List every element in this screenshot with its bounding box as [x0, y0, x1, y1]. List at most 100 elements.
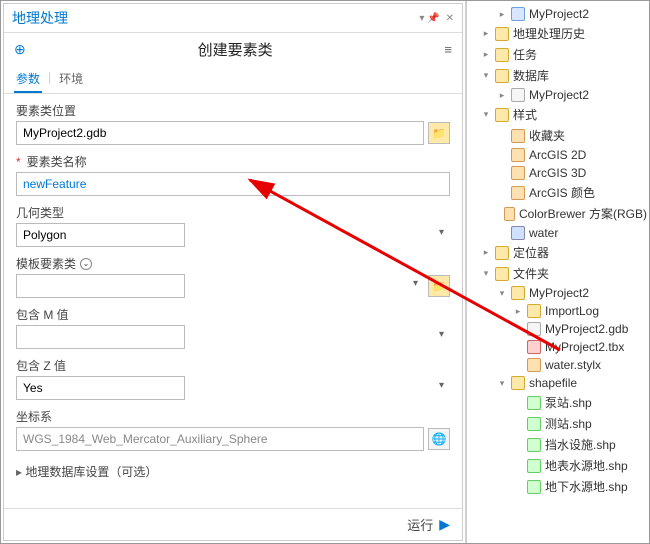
tree-toggle[interactable]: ▾ [481, 268, 491, 279]
m-select[interactable] [16, 325, 185, 349]
tree-toggle[interactable]: ▸ [481, 247, 491, 258]
tree-item[interactable]: water.stylx [469, 356, 647, 374]
tree-item[interactable]: 地表水源地.shp [469, 455, 647, 476]
catalog-tree: ▸ MyProject2 ▸ 地理处理历史 ▸ 任务 ▾数据库 ▸ MyProject2 ▾ 样式收… [465, 1, 649, 543]
tree-item[interactable]: ▾ MyProject2 [469, 284, 647, 302]
z-select[interactable] [16, 376, 185, 400]
shp-icon [527, 459, 541, 473]
tree-toggle[interactable]: ▾ [497, 378, 507, 389]
tab-params[interactable]: 参数 [14, 66, 42, 93]
tree-label: 地表水源地.shp [545, 457, 628, 474]
tree-item[interactable]: MyProject2.gdb [469, 320, 647, 338]
tree-item[interactable]: ▸ ImportLog [469, 302, 647, 320]
template-label: 模板要素类 [16, 255, 76, 272]
geom-select[interactable] [16, 223, 185, 247]
tree-label: 收藏夹 [529, 127, 565, 144]
geom-label: 几何类型 [16, 204, 450, 221]
proj-icon [511, 7, 525, 21]
folder-icon [495, 27, 509, 41]
tree-item[interactable]: ▾数据库 [469, 65, 647, 86]
tree-toggle[interactable]: ▾ [481, 109, 491, 120]
tree-label: MyProject2.gdb [545, 322, 628, 336]
browse-location-button[interactable]: 📁 [428, 122, 450, 144]
tree-label: ImportLog [545, 304, 599, 318]
close-icon[interactable]: ✕ [446, 13, 454, 24]
tree-label: ArcGIS 3D [529, 166, 586, 180]
folder-icon [495, 267, 509, 281]
tree-item[interactable]: water [469, 224, 647, 242]
tree-label: ArcGIS 颜色 [529, 184, 595, 201]
shp-icon [527, 480, 541, 494]
tree-item[interactable]: ▸ MyProject2 [469, 86, 647, 104]
tree-label: 任务 [513, 46, 537, 63]
tree-label: 样式 [513, 106, 537, 123]
tree-item[interactable]: 泵站.shp [469, 392, 647, 413]
run-button-label[interactable]: 运行 [407, 515, 433, 534]
tree-toggle[interactable]: ▸ [497, 9, 507, 20]
tree-toggle[interactable]: ▸ [481, 49, 491, 60]
db-icon [511, 88, 525, 102]
tree-item[interactable]: ▸ MyProject2 [469, 5, 647, 23]
db-icon [527, 322, 541, 336]
tree-item[interactable]: ▾文件夹 [469, 263, 647, 284]
chevron-down-icon[interactable]: ⌄ [80, 258, 92, 270]
tree-item[interactable]: 收藏夹 [469, 125, 647, 146]
tree-item[interactable]: ArcGIS 颜色 [469, 182, 647, 203]
folder-icon [495, 69, 509, 83]
style-icon [504, 207, 515, 221]
tree-item[interactable]: ▾ shapefile [469, 374, 647, 392]
location-label: 要素类位置 [16, 102, 450, 119]
back-button[interactable]: ⊕ [14, 41, 26, 58]
z-label: 包含 Z 值 [16, 357, 450, 374]
style-icon [527, 358, 541, 372]
tree-label: 定位器 [513, 244, 549, 261]
shp-icon [527, 417, 541, 431]
tree-item[interactable]: ▸ 定位器 [469, 242, 647, 263]
folder-open-icon [511, 286, 525, 300]
name-label: 要素类名称 [27, 153, 87, 170]
tree-item[interactable]: 地下水源地.shp [469, 476, 647, 497]
tree-toggle[interactable]: ▸ [481, 28, 491, 39]
tree-item[interactable]: ▾ 样式 [469, 104, 647, 125]
gdb-settings-section[interactable]: 地理数据库设置（可选） [16, 459, 450, 484]
tree-item[interactable]: ▸ 任务 [469, 44, 647, 65]
tree-item[interactable]: ArcGIS 2D [469, 146, 647, 164]
tree-item[interactable]: 挡水设施.shp [469, 434, 647, 455]
tree-item[interactable]: MyProject2.tbx [469, 338, 647, 356]
tree-label: water [529, 226, 558, 240]
tree-toggle[interactable]: ▸ [497, 90, 507, 101]
sr-input[interactable] [16, 427, 424, 451]
tree-label: MyProject2 [529, 88, 589, 102]
browse-template-button[interactable]: 📁 [428, 275, 450, 297]
tree-label: MyProject2 [529, 286, 589, 300]
pin-icon[interactable]: ▾ 📌 [419, 13, 439, 24]
tree-label: ArcGIS 2D [529, 148, 586, 162]
tab-env[interactable]: 环境 [57, 66, 85, 93]
name-input[interactable] [16, 172, 450, 196]
tree-label: MyProject2 [529, 7, 589, 21]
folder-icon [495, 48, 509, 62]
style-icon [511, 129, 525, 143]
panel-title: 地理处理 [12, 8, 68, 28]
tree-toggle[interactable]: ▾ [497, 288, 507, 299]
run-icon[interactable]: ▶ [439, 516, 450, 533]
tree-toggle[interactable]: ▸ [513, 306, 523, 317]
tree-item[interactable]: ArcGIS 3D [469, 164, 647, 182]
tree-label: 测站.shp [545, 415, 592, 432]
tree-item[interactable]: 测站.shp [469, 413, 647, 434]
tree-toggle[interactable]: ▾ [481, 70, 491, 81]
globe-icon[interactable]: 🌐 [428, 428, 450, 450]
location-input[interactable] [16, 121, 424, 145]
m-label: 包含 M 值 [16, 306, 450, 323]
shp-icon [527, 438, 541, 452]
tree-label: 挡水设施.shp [545, 436, 616, 453]
tool-title: 创建要素类 [26, 39, 445, 60]
tree-label: shapefile [529, 376, 577, 390]
template-select[interactable] [16, 274, 185, 298]
tree-item[interactable]: ▸ 地理处理历史 [469, 23, 647, 44]
menu-icon[interactable]: ≡ [444, 42, 452, 57]
style-icon [511, 148, 525, 162]
tree-label: 泵站.shp [545, 394, 592, 411]
tree-label: 地理处理历史 [513, 25, 585, 42]
tree-item[interactable]: ColorBrewer 方案(RGB) [469, 203, 647, 224]
